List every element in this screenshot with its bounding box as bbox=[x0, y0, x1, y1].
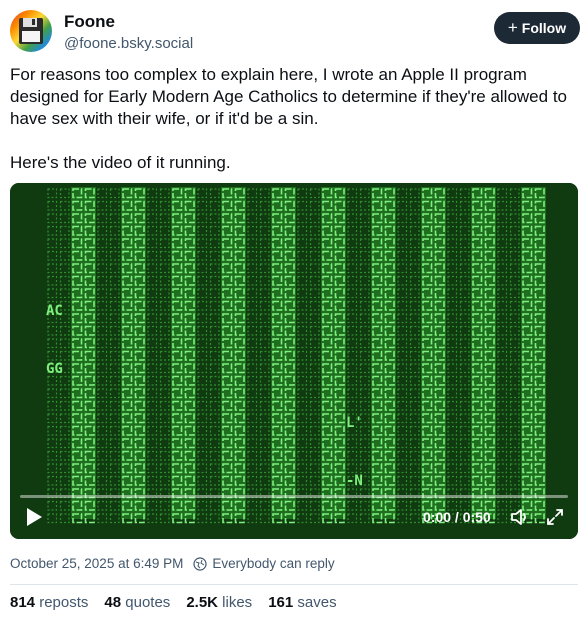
follow-label: Follow bbox=[521, 20, 567, 36]
likes-label: likes bbox=[222, 594, 253, 611]
post-meta: October 25, 2025 at 6:49 PM Everybody ca… bbox=[10, 556, 335, 571]
video-time: 0:00 / 0:50 bbox=[423, 509, 491, 525]
globe-icon bbox=[193, 556, 207, 571]
plus-icon: + bbox=[507, 18, 518, 37]
likes-count: 2.5K bbox=[186, 594, 218, 611]
divider bbox=[10, 584, 578, 585]
video-player[interactable]: AC GG L' -N 0:00 / 0:50 bbox=[10, 183, 578, 539]
avatar[interactable] bbox=[10, 10, 52, 52]
saves-label: saves bbox=[297, 594, 337, 611]
volume-icon[interactable] bbox=[510, 507, 532, 527]
post-timestamp[interactable]: October 25, 2025 at 6:49 PM bbox=[10, 556, 183, 571]
post-header: Foone @foone.bsky.social + Follow bbox=[10, 10, 580, 58]
handle[interactable]: @foone.bsky.social bbox=[64, 34, 193, 54]
reposts-count: 814 bbox=[10, 594, 36, 611]
screen-text: L' bbox=[346, 415, 363, 431]
post-text: For reasons too complex to explain here,… bbox=[10, 65, 567, 172]
screen-text: -N bbox=[346, 473, 363, 489]
reposts-label: reposts bbox=[39, 594, 89, 611]
rainbow-floppy-disk-icon bbox=[10, 10, 52, 52]
author-names: Foone @foone.bsky.social bbox=[64, 12, 193, 54]
reply-setting-label: Everybody can reply bbox=[212, 556, 335, 571]
quotes-stat[interactable]: 48 quotes bbox=[104, 594, 170, 611]
fullscreen-icon[interactable] bbox=[545, 507, 565, 527]
display-name[interactable]: Foone bbox=[64, 12, 193, 32]
apple-ii-screen: AC GG L' -N bbox=[10, 183, 578, 539]
screen-text: AC bbox=[46, 303, 63, 319]
play-icon[interactable] bbox=[24, 507, 44, 527]
saves-count: 161 bbox=[268, 594, 294, 611]
reposts-stat[interactable]: 814 reposts bbox=[10, 594, 88, 611]
screen-text: GG bbox=[46, 361, 63, 377]
reply-setting[interactable]: Everybody can reply bbox=[193, 556, 335, 571]
post-stats: 814 reposts 48 quotes 2.5K likes 161 sav… bbox=[10, 594, 337, 611]
quotes-label: quotes bbox=[125, 594, 171, 611]
saves-stat[interactable]: 161 saves bbox=[268, 594, 336, 611]
follow-button[interactable]: + Follow bbox=[494, 12, 580, 44]
quotes-count: 48 bbox=[104, 594, 122, 611]
likes-stat[interactable]: 2.5K likes bbox=[186, 594, 252, 611]
video-scrubber[interactable] bbox=[20, 495, 568, 498]
